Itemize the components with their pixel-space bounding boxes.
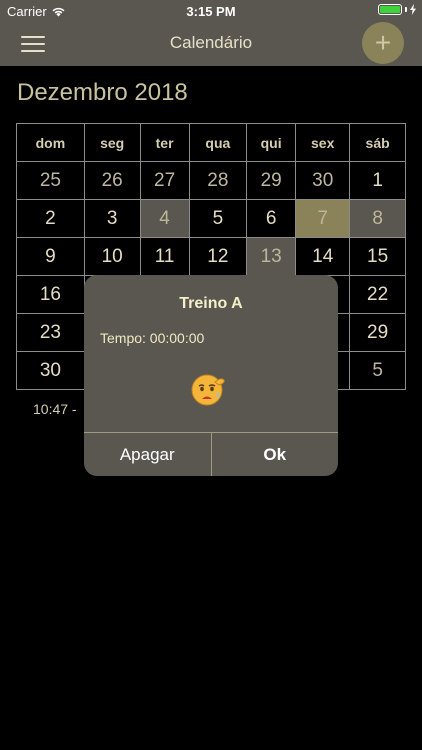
event-list-item[interactable]: 10:47 - xyxy=(33,401,77,417)
weekday-header: qui xyxy=(246,123,297,162)
calendar-day-with-workout[interactable]: 8 xyxy=(349,199,406,238)
calendar-day[interactable]: 15 xyxy=(349,237,406,276)
dialog-button-row: Apagar Ok xyxy=(84,432,338,476)
dialog-time: Tempo: 00:00:00 xyxy=(100,330,205,346)
month-title: Dezembro 2018 xyxy=(17,79,188,106)
calendar-day[interactable]: 14 xyxy=(295,237,351,276)
calendar-day[interactable]: 6 xyxy=(246,199,297,238)
calendar-day[interactable]: 16 xyxy=(16,275,85,314)
calendar-day[interactable]: 5 xyxy=(188,199,248,238)
calendar-day[interactable]: 28 xyxy=(188,161,248,200)
calendar-day[interactable]: 10 xyxy=(83,237,141,276)
weekday-header: seg xyxy=(83,123,141,162)
delete-button[interactable]: Apagar xyxy=(84,433,212,476)
charging-bolt-icon xyxy=(410,4,416,15)
weekday-header: sáb xyxy=(349,123,406,162)
calendar-day[interactable]: 5 xyxy=(349,351,406,390)
battery-fill xyxy=(380,6,400,13)
calendar-week-row: 25 26 27 28 29 30 1 xyxy=(16,161,406,200)
calendar-day[interactable]: 27 xyxy=(139,161,190,200)
nav-title: Calendário xyxy=(169,33,253,52)
calendar-day-selected[interactable]: 7 xyxy=(295,199,351,238)
weekday-header: qua xyxy=(188,123,248,162)
calendar-day-with-workout[interactable]: 4 xyxy=(139,199,190,238)
calendar-day[interactable]: 22 xyxy=(349,275,406,314)
calendar-day-with-workout[interactable]: 13 xyxy=(246,237,297,276)
weekday-header-row: dom seg ter qua qui sex sáb xyxy=(16,123,406,162)
nav-bar: Calendário + xyxy=(0,22,422,66)
calendar-day[interactable]: 2 xyxy=(16,199,85,238)
calendar-day[interactable]: 3 xyxy=(83,199,141,238)
weekday-header: dom xyxy=(16,123,85,162)
calendar-day[interactable]: 1 xyxy=(349,161,406,200)
status-time: 3:15 PM xyxy=(186,4,236,19)
status-right xyxy=(378,4,416,15)
status-bar: Carrier 3:15 PM xyxy=(0,0,422,22)
workout-dialog: Treino A Tempo: 00:00:00 Apagar Ok xyxy=(84,275,338,476)
calendar-day[interactable]: 30 xyxy=(295,161,351,200)
ok-button[interactable]: Ok xyxy=(212,433,339,476)
calendar-day[interactable]: 29 xyxy=(349,313,406,352)
calendar-day[interactable]: 25 xyxy=(16,161,85,200)
calendar-day[interactable]: 12 xyxy=(188,237,248,276)
calendar-day[interactable]: 9 xyxy=(16,237,85,276)
dialog-title: Treino A xyxy=(179,295,243,312)
calendar-day[interactable]: 30 xyxy=(16,351,85,390)
hamburger-menu-icon[interactable] xyxy=(21,36,45,52)
calendar-day[interactable]: 26 xyxy=(83,161,141,200)
calendar-day[interactable]: 11 xyxy=(139,237,190,276)
calendar-week-row: 2 3 4 5 6 7 8 xyxy=(16,199,406,238)
add-button[interactable]: + xyxy=(362,22,404,64)
battery-icon xyxy=(378,4,402,15)
sad-face-icon xyxy=(191,374,225,406)
weekday-header: sex xyxy=(295,123,351,162)
calendar-day[interactable]: 29 xyxy=(246,161,297,200)
calendar-week-row: 9 10 11 12 13 14 15 xyxy=(16,237,406,276)
battery-cap xyxy=(405,7,407,12)
weekday-header: ter xyxy=(139,123,190,162)
calendar-day[interactable]: 23 xyxy=(16,313,85,352)
